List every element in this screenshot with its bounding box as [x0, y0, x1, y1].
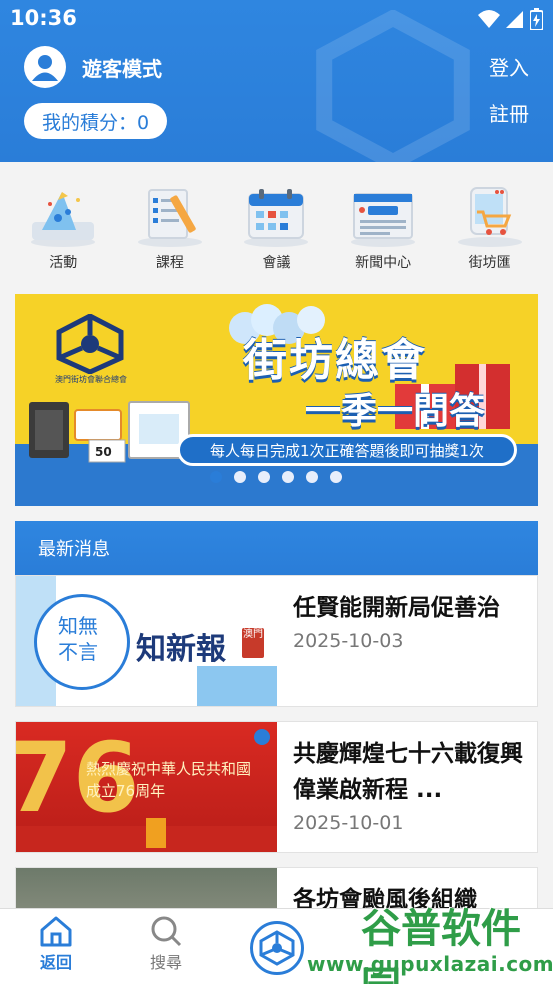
carousel-dot[interactable] — [258, 471, 270, 483]
category-label: 新聞中心 — [355, 255, 412, 271]
news-text: 共慶輝煌七十六載復興偉業啟新程 ... 2025-10-01 — [277, 722, 537, 852]
header: 10:36 遊客模式 我的積分：0 登入 註冊 — [0, 0, 553, 162]
news-title: 任賢能開新局促善治 — [293, 595, 500, 621]
watermark: 谷普软件园 www.gupuxlazai.com — [303, 890, 553, 984]
category-news-center[interactable]: 新聞中心 — [338, 162, 428, 280]
banner-caption: 每人每日完成1次正確答題後即可抽獎1次 — [177, 434, 517, 466]
home-icon — [40, 916, 72, 947]
news-thumbnail: 76 熱烈慶祝中華人民共和國 成立76周年 — [16, 722, 277, 852]
category-label: 活動 — [49, 255, 78, 271]
carousel-dot[interactable] — [330, 471, 342, 483]
carousel-dot[interactable] — [210, 471, 222, 483]
news-item[interactable]: 76 熱烈慶祝中華人民共和國 成立76周年 共慶輝煌七十六載復興偉業啟新程 ..… — [15, 721, 538, 853]
thumb-text: 知新報 — [136, 632, 226, 667]
category-label: 課程 — [155, 255, 184, 271]
status-time: 10:36 — [10, 6, 77, 30]
thumb-badge: 澳門 — [242, 628, 264, 658]
news-title: 共慶輝煌七十六載復興偉業啟新程 ... — [293, 741, 523, 803]
news-section-header: 最新消息 — [15, 521, 538, 575]
signal-icon — [506, 11, 523, 28]
association-logo-icon — [56, 314, 124, 374]
category-activities[interactable]: 活動 — [18, 162, 108, 280]
category-label: 街坊匯 — [468, 255, 511, 271]
association-logo-icon — [259, 930, 295, 966]
category-meetings[interactable]: 會議 — [231, 162, 321, 280]
category-row: 活動 課程 會議 新聞中心 街坊匯 — [0, 162, 553, 280]
category-courses[interactable]: 課程 — [125, 162, 215, 280]
battery-icon — [530, 8, 543, 30]
nav-search[interactable]: 搜尋 — [126, 915, 206, 973]
profile[interactable]: 遊客模式 — [24, 46, 162, 88]
news-text: 任賢能開新局促善治 2025-10-03 — [277, 576, 537, 706]
thumb-text: 知無 — [58, 614, 98, 638]
party-hat-icon — [31, 192, 96, 247]
news-date: 2025-10-03 — [293, 630, 404, 652]
login-button[interactable]: 登入 — [489, 52, 529, 81]
emblem-icon — [254, 729, 270, 745]
category-neighbourhood-mall[interactable]: 街坊匯 — [445, 162, 535, 280]
status-bar: 10:36 — [0, 0, 553, 38]
nav-home-logo[interactable] — [250, 921, 304, 975]
newspaper-icon — [351, 193, 416, 247]
banner-org-name: 澳門街坊會聯合總會 — [55, 375, 127, 384]
avatar[interactable] — [24, 46, 66, 88]
register-button[interactable]: 註冊 — [489, 98, 529, 127]
status-icons — [478, 8, 543, 30]
carousel-dots — [210, 471, 342, 483]
category-label: 會議 — [262, 255, 291, 271]
banner-title-line2: 一季一問答 — [305, 391, 486, 432]
prize-amount-label: 50 — [95, 445, 112, 459]
wifi-icon — [478, 10, 500, 28]
carousel-dot[interactable] — [306, 471, 318, 483]
news-date: 2025-10-01 — [293, 812, 404, 834]
news-thumbnail: 知無 不言 知新報 澳門 — [16, 576, 277, 706]
thumb-text: 不言 — [58, 640, 98, 664]
banner-title-line1: 街坊總會 — [243, 335, 427, 386]
news-item[interactable]: 知無 不言 知新報 澳門 任賢能開新局促善治 2025-10-03 — [15, 575, 538, 707]
nav-back[interactable]: 返回 — [16, 915, 96, 973]
calendar-icon — [244, 189, 309, 247]
news-section-title: 最新消息 — [38, 539, 110, 560]
search-icon — [151, 916, 182, 947]
watermark-url: www.gupuxlazai.com — [307, 952, 553, 976]
user-icon — [32, 55, 58, 81]
carousel-dot[interactable] — [282, 471, 294, 483]
shopping-cart-icon — [457, 187, 522, 247]
guest-mode-label: 遊客模式 — [82, 56, 162, 81]
carousel-dot[interactable] — [234, 471, 246, 483]
nav-search-label: 搜尋 — [149, 953, 182, 972]
nav-back-label: 返回 — [39, 953, 72, 972]
promo-banner[interactable]: 澳門街坊會聯合總會 50 街坊總會 一季一問答 每人每日完成1次正確答題後即可抽… — [15, 294, 538, 506]
thumb-text: 成立76周年 — [86, 782, 166, 800]
checklist-icon — [137, 189, 202, 247]
thumb-text: 熱烈慶祝中華人民共和國 — [86, 760, 252, 778]
points-badge[interactable]: 我的積分：0 — [24, 103, 168, 139]
